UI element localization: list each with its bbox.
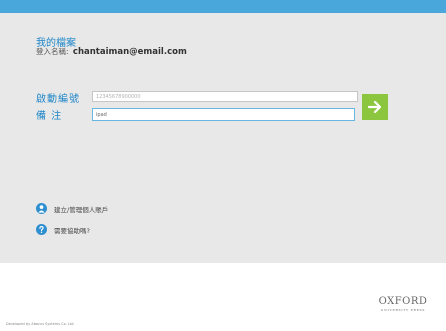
- login-email: chantaiman@email.com: [72, 47, 187, 57]
- activation-code-input[interactable]: [92, 91, 358, 102]
- remark-label: 備 注: [36, 111, 63, 122]
- activation-code-label: 啟動編號: [36, 94, 80, 105]
- login-info: 登入名稱: chantaiman@email.com: [36, 46, 187, 57]
- developer-credit: Developed by Abacus Systems Co. Ltd.: [6, 322, 75, 326]
- question-icon: [36, 224, 47, 235]
- oxford-logo-main: OXFORD: [378, 296, 428, 307]
- header-bar: [0, 0, 446, 13]
- help-label: 需要協助嗎?: [54, 226, 90, 235]
- submit-button[interactable]: [362, 94, 388, 120]
- oxford-logo: OXFORD UNIVERSITY PRESS: [376, 296, 430, 312]
- manage-accounts-link[interactable]: 建立/管理個人賬戶: [36, 203, 108, 214]
- help-link[interactable]: 需要協助嗎?: [36, 224, 90, 235]
- arrow-right-icon: [368, 100, 382, 114]
- login-label: 登入名稱:: [36, 47, 69, 56]
- manage-accounts-label: 建立/管理個人賬戶: [54, 205, 109, 214]
- user-icon: [36, 203, 47, 214]
- oxford-logo-sub: UNIVERSITY PRESS: [380, 308, 426, 312]
- remark-input[interactable]: [92, 108, 355, 121]
